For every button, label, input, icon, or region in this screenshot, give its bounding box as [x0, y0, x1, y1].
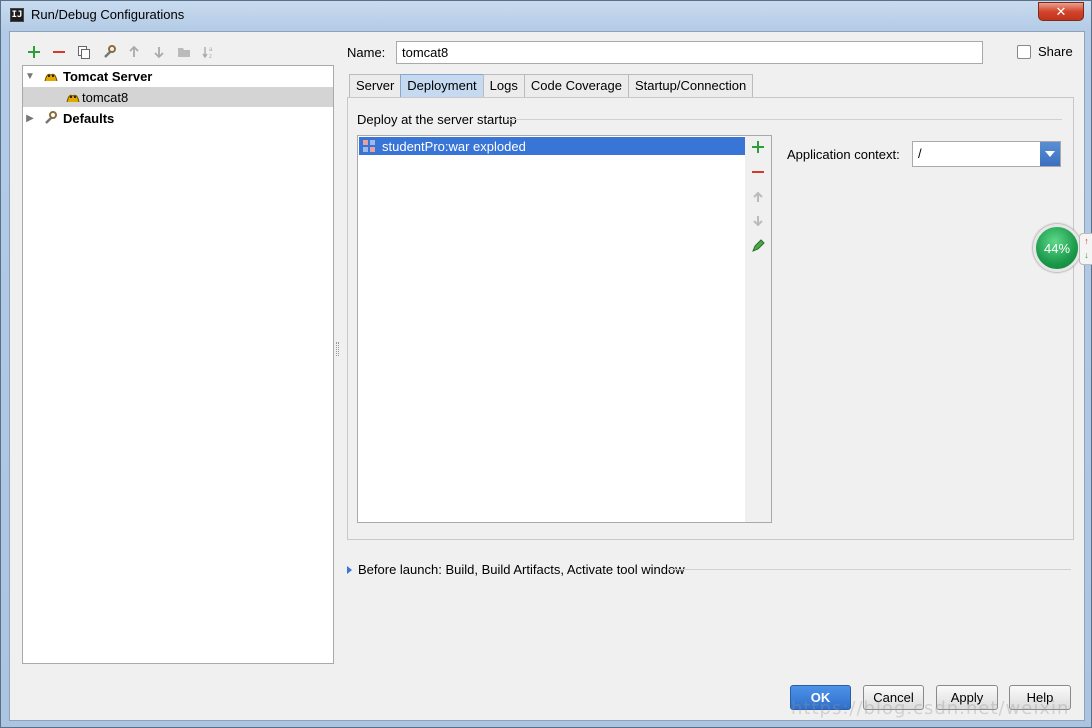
wrench-icon[interactable] [99, 42, 118, 61]
name-field[interactable]: tomcat8 [396, 41, 983, 64]
dialog-window: IJ Run/Debug Configurations ✕ a z ▼ Tomc… [0, 0, 1092, 728]
before-launch-divider [668, 569, 1071, 570]
config-tree[interactable]: ▼ Tomcat Server tomcat8 ▶ Defaults [22, 65, 334, 664]
network-speed-ball[interactable]: 44% [1033, 224, 1081, 272]
tab-code-coverage[interactable]: Code Coverage [523, 74, 629, 97]
copy-icon[interactable] [74, 42, 93, 61]
before-launch-label: Before launch: Build, Build Artifacts, A… [358, 562, 685, 577]
tree-item-tomcat8[interactable]: tomcat8 [23, 87, 333, 107]
remove-icon[interactable] [49, 42, 68, 61]
expand-arrow-icon[interactable]: ▼ [23, 71, 37, 82]
tree-item-label: Defaults [63, 110, 115, 126]
app-context-label: Application context: [787, 147, 900, 162]
before-launch-toggle[interactable]: Before launch: Build, Build Artifacts, A… [347, 562, 685, 577]
dropdown-arrow-icon[interactable] [1040, 142, 1060, 166]
move-down-icon [149, 42, 168, 61]
upload-arrow-icon: ↑ [1084, 236, 1089, 246]
remove-artifact-icon[interactable] [750, 164, 766, 180]
intellij-app-icon: IJ [10, 8, 24, 22]
dialog-body: az ▼ Tomcat Server tomcat8 ▶ Defaults Na… [9, 31, 1085, 721]
tomcat-icon [44, 73, 58, 82]
config-tabs: Server Deployment Logs Code Coverage Sta… [349, 74, 754, 97]
defaults-wrench-icon [45, 111, 57, 124]
move-up-icon [124, 42, 143, 61]
name-label: Name: [347, 45, 386, 60]
tree-item-tomcat-server[interactable]: ▼ Tomcat Server [23, 66, 333, 86]
edit-pencil-icon[interactable] [750, 238, 766, 254]
app-context-combobox[interactable]: / [912, 141, 1061, 167]
tree-item-label: Tomcat Server [63, 68, 153, 84]
tomcat-icon [66, 94, 80, 103]
config-toolbar: az [24, 42, 218, 62]
svg-text:z: z [209, 54, 212, 59]
window-title: Run/Debug Configurations [31, 7, 185, 22]
folder-icon [174, 42, 193, 61]
artifact-label: studentPro:war exploded [382, 138, 526, 154]
add-icon[interactable] [24, 42, 43, 61]
expand-triangle-icon[interactable] [347, 565, 353, 574]
share-checkbox[interactable] [1017, 44, 1031, 59]
tab-startup-connection[interactable]: Startup/Connection [627, 74, 754, 97]
share-label: Share [1038, 44, 1073, 59]
download-arrow-icon: ↓ [1084, 250, 1089, 260]
panel-splitter[interactable] [336, 342, 339, 356]
tree-item-label: tomcat8 [82, 89, 129, 105]
collapse-arrow-icon[interactable]: ▶ [23, 113, 37, 124]
tab-logs[interactable]: Logs [482, 74, 525, 97]
title-bar[interactable]: IJ Run/Debug Configurations ✕ [1, 1, 1091, 29]
artifact-war-icon [363, 140, 375, 152]
artifact-item[interactable]: studentPro:war exploded [359, 137, 745, 155]
move-down-icon [750, 213, 766, 229]
artifact-list[interactable]: studentPro:war exploded [357, 135, 746, 523]
move-up-icon [750, 189, 766, 205]
sort-az-icon: az [199, 42, 218, 61]
deploy-section-label: Deploy at the server startup [357, 112, 517, 127]
add-artifact-icon[interactable] [750, 139, 766, 155]
tab-server[interactable]: Server [349, 74, 402, 97]
watermark-text: https://blog.csdn.net/weixin [791, 698, 1070, 719]
app-context-value: / [918, 146, 922, 161]
speed-percent: 44% [1043, 240, 1071, 256]
speed-arrows-tab[interactable]: ↑ ↓ [1079, 233, 1092, 265]
section-divider [506, 119, 1062, 120]
tree-item-defaults[interactable]: ▶ Defaults [23, 108, 333, 128]
close-window-button[interactable]: ✕ [1038, 2, 1084, 21]
tab-deployment[interactable]: Deployment [400, 74, 484, 97]
svg-text:a: a [209, 47, 213, 53]
artifact-toolbar [745, 135, 772, 523]
deployment-panel: Deploy at the server startup studentPro:… [347, 97, 1074, 540]
share-option[interactable]: Share [1017, 44, 1073, 59]
